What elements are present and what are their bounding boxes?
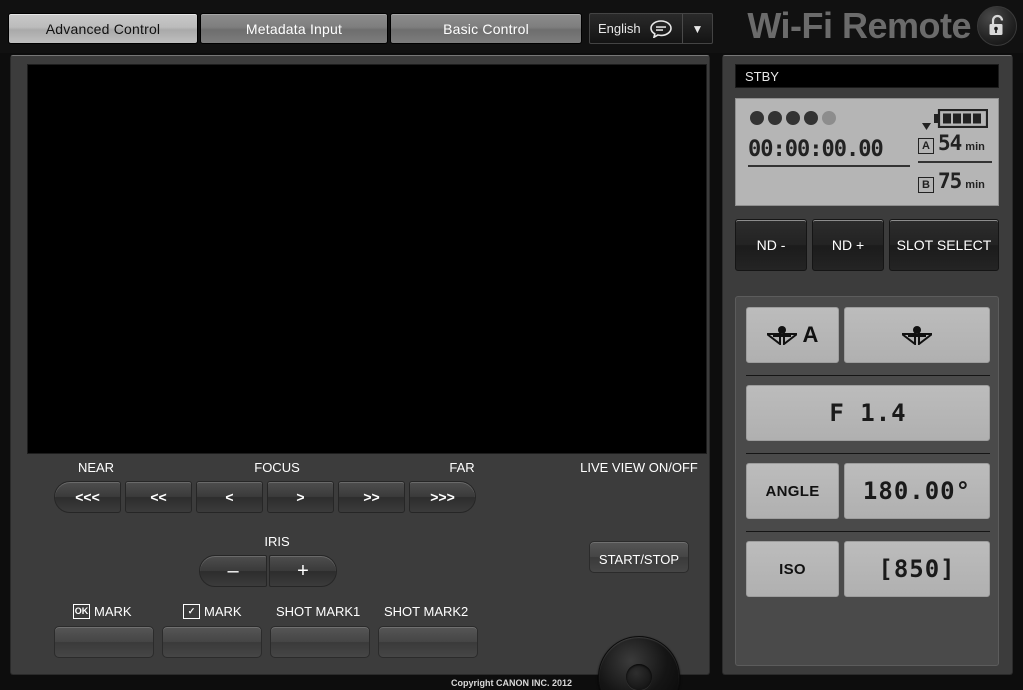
button-label: <<< (75, 489, 100, 505)
slot-b-unit: min (965, 179, 985, 191)
white-balance-icon (902, 326, 932, 345)
slot-a-label: A (918, 138, 934, 154)
tab-label: Basic Control (443, 20, 529, 37)
focus-far-slow-button[interactable]: > (267, 481, 334, 513)
lcd-dot-4 (804, 111, 818, 125)
iso-value: [850] (878, 555, 956, 583)
language-selector[interactable]: English ▼ (589, 13, 713, 44)
speech-bubble-icon (641, 19, 682, 38)
tab-basic-control[interactable]: Basic Control (390, 13, 582, 44)
white-balance-b-button[interactable] (844, 307, 990, 363)
copyright-notice: Copyright CANON INC. 2012 (450, 678, 573, 688)
button-label: + (297, 559, 309, 582)
white-balance-icon (766, 326, 797, 345)
iris-plus-button[interactable]: + (269, 555, 337, 587)
divider-1 (746, 375, 990, 376)
angle-label: ANGLE (765, 482, 820, 500)
camera-settings-box: A F 1.4 ANGLE 180.00° ISO [850] (735, 296, 999, 666)
tab-advanced-control[interactable]: Advanced Control (8, 13, 198, 44)
button-label: > (296, 489, 305, 505)
button-label: >> (363, 489, 380, 505)
focus-near-slow-button[interactable]: < (196, 481, 263, 513)
check-box-icon: ✓ (183, 604, 200, 619)
mark-label-text: MARK (204, 604, 242, 619)
slot-b-label: B (918, 177, 934, 193)
ok-mark-button[interactable] (54, 626, 154, 658)
focus-far-label: FAR (449, 460, 475, 475)
check-mark-label: ✓ MARK (183, 604, 242, 619)
lcd-dot-5 (822, 111, 836, 125)
tab-metadata-input[interactable]: Metadata Input (200, 13, 388, 44)
lcd-dot-2 (768, 111, 782, 125)
timecode-display: 00:00:00.00 (748, 137, 910, 167)
status-badge: STBY (735, 64, 999, 88)
button-label: << (150, 489, 167, 505)
button-label: – (227, 559, 239, 582)
wb-a-label: A (802, 322, 819, 347)
mark-label-text: SHOT MARK1 (276, 604, 361, 619)
focus-near-med-button[interactable]: << (125, 481, 192, 513)
divider-3 (746, 531, 990, 532)
slot-b-value: 75 (938, 169, 962, 193)
nd-plus-button[interactable]: ND + (812, 219, 884, 271)
right-status-panel: STBY 00:00:00.00 A 54 min B 75 min ND - … (722, 55, 1013, 675)
iso-label-button[interactable]: ISO (746, 541, 839, 597)
slot-selected-marker-icon (922, 123, 931, 130)
check-mark-button[interactable] (162, 626, 262, 658)
angle-value-display[interactable]: 180.00° (844, 463, 990, 519)
focus-far-fast-button[interactable]: >>> (409, 481, 476, 513)
focus-near-label: NEAR (77, 460, 115, 475)
focus-near-fast-button[interactable]: <<< (54, 481, 121, 513)
button-label: < (225, 489, 234, 505)
slot-a-value: 54 (938, 131, 962, 155)
nd-minus-button[interactable]: ND - (735, 219, 807, 271)
left-control-panel: NEAR FOCUS FAR <<< << < > >> >>> IRIS – … (10, 55, 710, 690)
tab-label: Metadata Input (245, 20, 343, 37)
button-label: ND + (831, 237, 865, 253)
white-balance-a-button[interactable]: A (746, 307, 839, 363)
wifi-remote-app: Advanced Control Metadata Input Basic Co… (0, 0, 1023, 690)
button-label: ND - (756, 237, 786, 253)
divider-2 (746, 453, 990, 454)
shot-mark2-label: SHOT MARK2 (384, 604, 468, 619)
ok-mark-label: OK MARK (73, 604, 132, 619)
button-label: >>> (430, 489, 455, 505)
lcd-dot-1 (750, 111, 764, 125)
focus-far-med-button[interactable]: >> (338, 481, 405, 513)
language-value: English (598, 21, 641, 36)
shot-mark2-button[interactable] (378, 626, 478, 658)
app-header: Advanced Control Metadata Input Basic Co… (0, 0, 1023, 53)
button-label: SLOT SELECT (896, 237, 992, 253)
slot-a-unit: min (965, 141, 985, 153)
live-view-label: LIVE VIEW ON/OFF (580, 460, 698, 475)
battery-icon (934, 108, 989, 129)
angle-value: 180.00° (862, 477, 972, 505)
iso-value-display[interactable]: [850] (844, 541, 990, 597)
mark-label-text: SHOT MARK2 (384, 604, 469, 619)
slot-b-row: B 75 min (918, 169, 992, 201)
angle-label-button[interactable]: ANGLE (746, 463, 839, 519)
unlocked-padlock-icon[interactable] (977, 6, 1017, 46)
iso-label: ISO (779, 560, 806, 578)
slot-select-button[interactable]: SLOT SELECT (889, 219, 999, 271)
lcd-dot-3 (786, 111, 800, 125)
video-preview[interactable] (27, 64, 707, 454)
aperture-value: F 1.4 (829, 399, 907, 427)
slot-a-row: A 54 min (918, 131, 992, 163)
iris-minus-button[interactable]: – (199, 555, 267, 587)
mark-label-text: MARK (94, 604, 132, 619)
start-stop-label: START/STOP (598, 552, 680, 567)
ok-box-icon: OK (73, 604, 90, 619)
tab-label: Advanced Control (45, 20, 161, 37)
shot-mark1-button[interactable] (270, 626, 370, 658)
iris-title-label: IRIS (264, 534, 290, 549)
page-title: Wi-Fi Remote (747, 5, 971, 46)
media-slots: A 54 min B 75 min (918, 123, 992, 201)
aperture-display[interactable]: F 1.4 (746, 385, 990, 441)
focus-title-label: FOCUS (254, 460, 300, 475)
lcd-display: 00:00:00.00 A 54 min B 75 min (735, 98, 999, 206)
shot-mark1-label: SHOT MARK1 (276, 604, 360, 619)
chevron-down-icon[interactable]: ▼ (682, 14, 712, 43)
